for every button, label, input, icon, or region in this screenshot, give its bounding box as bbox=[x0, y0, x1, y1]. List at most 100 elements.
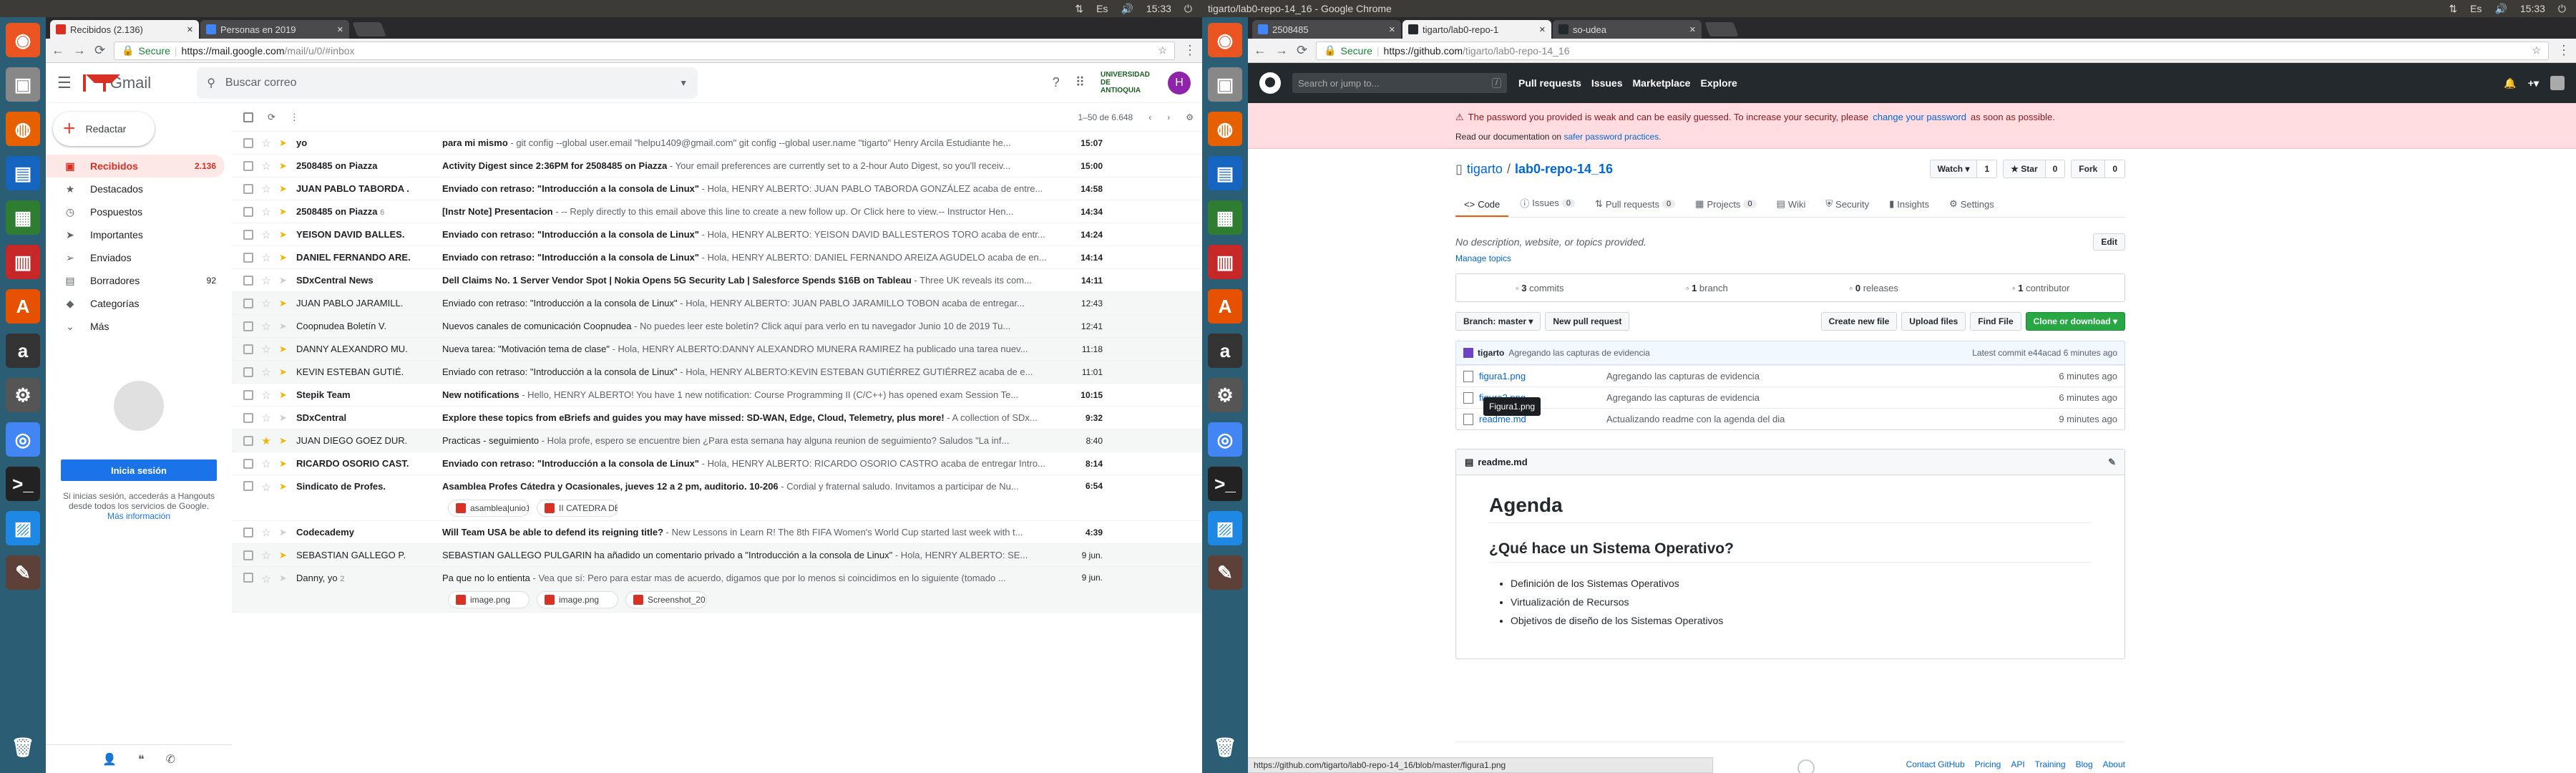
row-checkbox[interactable] bbox=[243, 275, 253, 286]
table-row[interactable]: ★ ➤ JUAN DIEGO GOEZ DUR. Practicas - segui… bbox=[232, 429, 1202, 452]
chrome-icon[interactable]: ◎ bbox=[6, 422, 40, 457]
power-icon[interactable]: ⏻ bbox=[2558, 3, 2566, 15]
latest-commit-info[interactable]: Latest commit e44acad 6 minutes ago bbox=[1972, 348, 2117, 358]
star-icon[interactable]: ☆ bbox=[253, 137, 279, 150]
table-row[interactable]: ☆ ➤ SDxCentral News Dell Claims No. 1 Serv… bbox=[232, 269, 1202, 292]
tab-close-icon[interactable]: ✕ bbox=[1539, 25, 1546, 34]
file-row[interactable]: figura1.png Agregando las capturas de evi… bbox=[1456, 365, 2124, 386]
important-marker-icon[interactable]: ➤ bbox=[279, 229, 293, 240]
summary-branch[interactable]: ◦ 1 branch bbox=[1624, 283, 1791, 293]
table-row[interactable]: ☆ ➤ SDxCentral Explore these topics from e… bbox=[232, 407, 1202, 429]
bell-icon[interactable]: 🔔 bbox=[2504, 77, 2516, 89]
table-row[interactable]: ☆ ➤ SEBASTIAN GALLEGO P. SEBASTIAN GALLEGO… bbox=[232, 544, 1202, 567]
network-icon[interactable]: ⇅ bbox=[1075, 3, 1083, 15]
refresh-icon[interactable]: ⟳ bbox=[268, 112, 275, 123]
repo-name-link[interactable]: lab0-repo-14_16 bbox=[1515, 162, 1613, 177]
search-input[interactable]: ⚲ Buscar correo ▼ bbox=[197, 67, 698, 99]
row-checkbox[interactable] bbox=[243, 229, 253, 240]
tab-security[interactable]: ⛨ Security bbox=[1817, 198, 1878, 217]
tab-issues[interactable]: ⓘ Issues 0 bbox=[1511, 196, 1584, 217]
row-checkbox[interactable] bbox=[243, 481, 253, 491]
attachment-chip[interactable]: asamblea|unio1... bbox=[448, 500, 530, 517]
ubuntu-icon[interactable]: ◉ bbox=[1208, 23, 1242, 57]
new-tab-button[interactable] bbox=[352, 22, 386, 37]
table-row[interactable]: ☆ ➤ RICARDO OSORIO CAST. Enviado con retra… bbox=[232, 452, 1202, 475]
table-row[interactable]: ☆ ➤ Danny, yo 2 Pa que no lo entienta - Vea… bbox=[232, 567, 1202, 613]
summary-contributor[interactable]: ◦ 1 contributor bbox=[1958, 283, 2125, 293]
forward-icon[interactable]: → bbox=[1275, 43, 1288, 58]
browser-tab[interactable]: Personas en 2019 ✕ bbox=[200, 20, 349, 39]
software-icon[interactable]: A bbox=[6, 289, 40, 324]
star-icon[interactable]: ☆ bbox=[253, 526, 279, 539]
star-icon[interactable]: ☆ bbox=[253, 549, 279, 562]
star-icon[interactable]: ★ bbox=[253, 434, 279, 447]
tab-close-icon[interactable]: ✕ bbox=[1689, 25, 1696, 34]
attachment-chip[interactable]: II CATEDRA DE ... bbox=[537, 500, 618, 517]
row-checkbox[interactable] bbox=[243, 458, 253, 469]
firefox-icon[interactable]: ◍ bbox=[6, 112, 40, 146]
table-row[interactable]: ☆ ➤ KEVIN ESTEBAN GUTIÉ. Enviado con retra… bbox=[232, 361, 1202, 384]
branch-select-button[interactable]: Branch: master ▾ bbox=[1455, 312, 1541, 331]
next-page-icon[interactable]: › bbox=[1167, 112, 1170, 122]
browser-tab[interactable]: Recibidos (2.136) ✕ bbox=[50, 20, 199, 39]
important-marker-icon[interactable]: ➤ bbox=[279, 160, 293, 172]
tab-close-icon[interactable]: ✕ bbox=[1389, 25, 1395, 34]
sidebar-item[interactable]: ▤ Borradores 92 bbox=[46, 269, 225, 292]
tab-close-icon[interactable]: ✕ bbox=[337, 25, 343, 34]
row-checkbox[interactable] bbox=[243, 366, 253, 377]
new-pull-request-button[interactable]: New pull request bbox=[1545, 312, 1630, 331]
clone-download-button[interactable]: Clone or download ▾ bbox=[2025, 312, 2125, 331]
owner-link[interactable]: tigarto bbox=[1467, 162, 1503, 177]
watch-button[interactable]: Watch ▾ 1 bbox=[1929, 160, 1998, 178]
find-file-button[interactable]: Find File bbox=[1970, 312, 2021, 331]
table-row[interactable]: ☆ ➤ 2508485 on Piazza Activity Digest sinc… bbox=[232, 155, 1202, 178]
footer-link[interactable]: API bbox=[2011, 759, 2024, 773]
star-icon[interactable]: ☆ bbox=[253, 205, 279, 218]
address-bar[interactable]: 🔒 Secure | https://mail.google.com/mail/… bbox=[114, 41, 1175, 60]
footer-link[interactable]: Pricing bbox=[1975, 759, 2001, 773]
header-nav-link[interactable]: Pull requests bbox=[1518, 77, 1581, 89]
star-icon[interactable]: ☆ bbox=[253, 160, 279, 172]
star-button[interactable]: ★ Star 0 bbox=[2003, 160, 2066, 178]
header-nav-link[interactable]: Issues bbox=[1591, 77, 1623, 89]
power-icon[interactable]: ⏻ bbox=[1184, 3, 1192, 15]
help-icon[interactable]: ? bbox=[1053, 75, 1060, 90]
search-icon[interactable]: ⚲ bbox=[207, 76, 215, 90]
keyboard-icon[interactable]: Es bbox=[2470, 3, 2482, 14]
row-checkbox[interactable] bbox=[243, 412, 253, 423]
important-marker-icon[interactable]: ➤ bbox=[279, 481, 293, 492]
impress-icon[interactable]: ▥ bbox=[1208, 245, 1242, 279]
file-commit-message[interactable]: Actualizando readme con la agenda del di… bbox=[1606, 414, 2059, 424]
summary-commits[interactable]: ◦ 3 commits bbox=[1456, 283, 1624, 293]
file-name-link[interactable]: figura1.png bbox=[1479, 371, 1606, 381]
star-icon[interactable]: ☆ bbox=[253, 297, 279, 310]
terminal-icon[interactable]: >_ bbox=[1208, 467, 1242, 501]
author-avatar[interactable] bbox=[1463, 348, 1473, 358]
chrome-icon[interactable]: ◎ bbox=[1208, 422, 1242, 457]
sidebar-item[interactable]: ★ Destacados bbox=[46, 178, 225, 200]
ubuntu-icon[interactable]: ◉ bbox=[6, 23, 40, 57]
settings-icon[interactable]: ⚙ bbox=[1208, 378, 1242, 412]
row-checkbox[interactable] bbox=[243, 389, 253, 400]
attachment-chip[interactable]: Screenshot_20... bbox=[625, 591, 707, 608]
tab-pull-requests[interactable]: ⇅ Pull requests 0 bbox=[1586, 198, 1684, 217]
attachment-chip[interactable]: image.png bbox=[448, 591, 530, 608]
row-checkbox[interactable] bbox=[243, 137, 253, 148]
table-row[interactable]: ☆ ➤ Stepik Team New notifications - Hello,… bbox=[232, 384, 1202, 407]
file-row[interactable]: figura2.pngAgregando las capturas de evi… bbox=[1456, 386, 2124, 416]
important-marker-icon[interactable]: ➤ bbox=[279, 412, 293, 424]
tab-code[interactable]: <> Code bbox=[1455, 199, 1509, 217]
sidebar-item[interactable]: ◷ Pospuestos bbox=[46, 200, 225, 223]
star-bookmark-icon[interactable]: ☆ bbox=[2532, 44, 2541, 57]
indicator-area[interactable]: ⇅ Es 🔊 15:33 ⏻ bbox=[2449, 3, 2576, 15]
table-row[interactable]: ☆ ➤ Sindicato de Profes. Asamblea Profes C… bbox=[232, 475, 1202, 521]
footer-link[interactable]: Contact GitHub bbox=[1906, 759, 1965, 773]
select-all-checkbox[interactable] bbox=[243, 112, 253, 122]
table-row[interactable]: ☆ ➤ Codecademy Will Team USA be able to de… bbox=[232, 521, 1202, 544]
important-marker-icon[interactable]: ➤ bbox=[279, 183, 293, 195]
virtualbox-icon[interactable]: ▨ bbox=[1208, 511, 1242, 545]
safer-password-link[interactable]: safer password practices. bbox=[1563, 132, 1661, 142]
table-row[interactable]: ☆ ➤ DANIEL FERNANDO ARE. Enviado con retra… bbox=[232, 246, 1202, 269]
prev-page-icon[interactable]: ‹ bbox=[1148, 112, 1151, 122]
indicator-area[interactable]: ⇅ Es 🔊 15:33 ⏻ bbox=[1075, 3, 1202, 15]
